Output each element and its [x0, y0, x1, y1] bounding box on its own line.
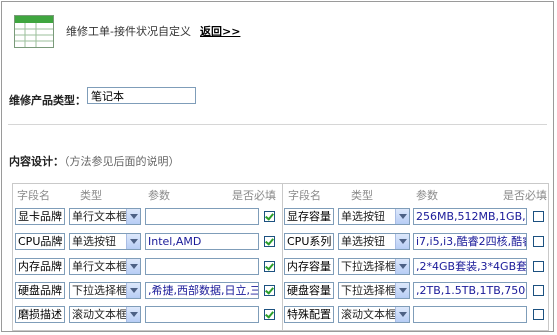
field-name-input[interactable]: 硬盘品牌 — [15, 282, 65, 299]
required-checkbox[interactable] — [533, 211, 544, 222]
type-select[interactable]: 下拉选择框 — [338, 282, 410, 299]
type-select-value: 下拉选择框 — [341, 260, 396, 273]
header-field-name-right: 字段名 — [288, 189, 321, 202]
required-checkbox[interactable] — [533, 261, 544, 272]
params-input[interactable]: ,2TB,1.5TB,1TB,750GB, — [413, 282, 527, 299]
params-input[interactable] — [145, 208, 259, 225]
field-name-input[interactable]: 内存容量 — [284, 258, 334, 275]
params-input[interactable] — [145, 306, 259, 323]
header-required-right: 是否必填 — [503, 189, 547, 202]
header-params-left: 参数 — [148, 189, 170, 202]
table-column-divider — [282, 183, 283, 331]
required-checkbox[interactable] — [533, 285, 544, 296]
chevron-down-icon[interactable] — [126, 307, 140, 322]
type-select-value: 单行文本框 — [72, 260, 127, 273]
product-type-label: 维修产品类型： — [9, 94, 86, 107]
chevron-down-icon[interactable] — [126, 283, 140, 298]
field-name-input[interactable]: 特殊配置 — [284, 306, 334, 323]
required-checkbox[interactable] — [264, 211, 275, 222]
type-select-value: 单选按钮 — [341, 235, 385, 248]
field-name-input[interactable]: CPU品牌 — [15, 233, 65, 250]
type-select-value: 下拉选择框 — [341, 284, 396, 297]
type-select[interactable]: 单选按钮 — [338, 233, 410, 250]
chevron-down-icon[interactable] — [395, 234, 409, 249]
product-type-input[interactable] — [87, 87, 196, 104]
params-input[interactable]: Intel,AMD — [145, 233, 259, 250]
type-select-value: 单行文本框 — [72, 210, 127, 223]
chevron-down-icon[interactable] — [126, 209, 140, 224]
header-field-name-left: 字段名 — [17, 189, 50, 202]
type-select[interactable]: 单选按钮 — [338, 208, 410, 225]
chevron-down-icon[interactable] — [126, 234, 140, 249]
type-select[interactable]: 滚动文本框 — [69, 306, 141, 323]
table-sheet-icon — [14, 15, 54, 48]
required-checkbox[interactable] — [264, 309, 275, 320]
field-name-input[interactable]: CPU系列 — [284, 233, 334, 250]
params-input[interactable] — [145, 258, 259, 275]
required-checkbox[interactable] — [533, 309, 544, 320]
content-design-label: 内容设计：（方法参见后面的说明） — [9, 153, 180, 169]
required-checkbox[interactable] — [264, 285, 275, 296]
type-select[interactable]: 单选按钮 — [69, 233, 141, 250]
header-type-right: 类型 — [351, 189, 373, 202]
chevron-down-icon[interactable] — [395, 259, 409, 274]
back-link[interactable]: 返回>> — [200, 23, 240, 39]
type-select-value: 单选按钮 — [341, 210, 385, 223]
field-name-input[interactable]: 磨损描述 — [15, 306, 65, 323]
type-select-value: 滚动文本框 — [72, 308, 127, 321]
type-select[interactable]: 滚动文本框 — [338, 306, 410, 323]
header-required-left: 是否必填 — [232, 189, 276, 202]
field-name-input[interactable]: 内存品牌 — [15, 258, 65, 275]
header-type-left: 类型 — [80, 189, 102, 202]
params-input[interactable] — [413, 306, 527, 323]
page-title: 维修工单-接件状况自定义 — [66, 25, 191, 38]
field-name-input[interactable]: 显存容量 — [284, 208, 334, 225]
content-design-title: 内容设计： — [9, 155, 64, 168]
divider — [8, 124, 547, 125]
type-select[interactable]: 下拉选择框 — [338, 258, 410, 275]
chevron-down-icon[interactable] — [126, 259, 140, 274]
params-input[interactable]: 256MB,512MB,1GB,2GB — [413, 208, 527, 225]
required-checkbox[interactable] — [264, 236, 275, 247]
params-input[interactable]: i7,i5,i3,酷睿2四核,酷睿2双 — [413, 233, 527, 250]
content-design-note: （方法参见后面的说明） — [64, 155, 180, 168]
params-input[interactable]: ,希捷,西部数据,日立,三星 — [145, 282, 259, 299]
required-checkbox[interactable] — [533, 236, 544, 247]
type-select-value: 单选按钮 — [72, 235, 116, 248]
type-select-value: 下拉选择框 — [72, 284, 127, 297]
type-select[interactable]: 单行文本框 — [69, 208, 141, 225]
field-name-input[interactable]: 显卡品牌 — [15, 208, 65, 225]
header-params-right: 参数 — [416, 189, 438, 202]
type-select-value: 滚动文本框 — [341, 308, 396, 321]
type-select[interactable]: 下拉选择框 — [69, 282, 141, 299]
chevron-down-icon[interactable] — [395, 307, 409, 322]
chevron-down-icon[interactable] — [395, 283, 409, 298]
chevron-down-icon[interactable] — [395, 209, 409, 224]
field-name-input[interactable]: 硬盘容量 — [284, 282, 334, 299]
params-input[interactable]: ,2*4GB套装,3*4GB套装, — [413, 258, 527, 275]
required-checkbox[interactable] — [264, 261, 275, 272]
type-select[interactable]: 单行文本框 — [69, 258, 141, 275]
